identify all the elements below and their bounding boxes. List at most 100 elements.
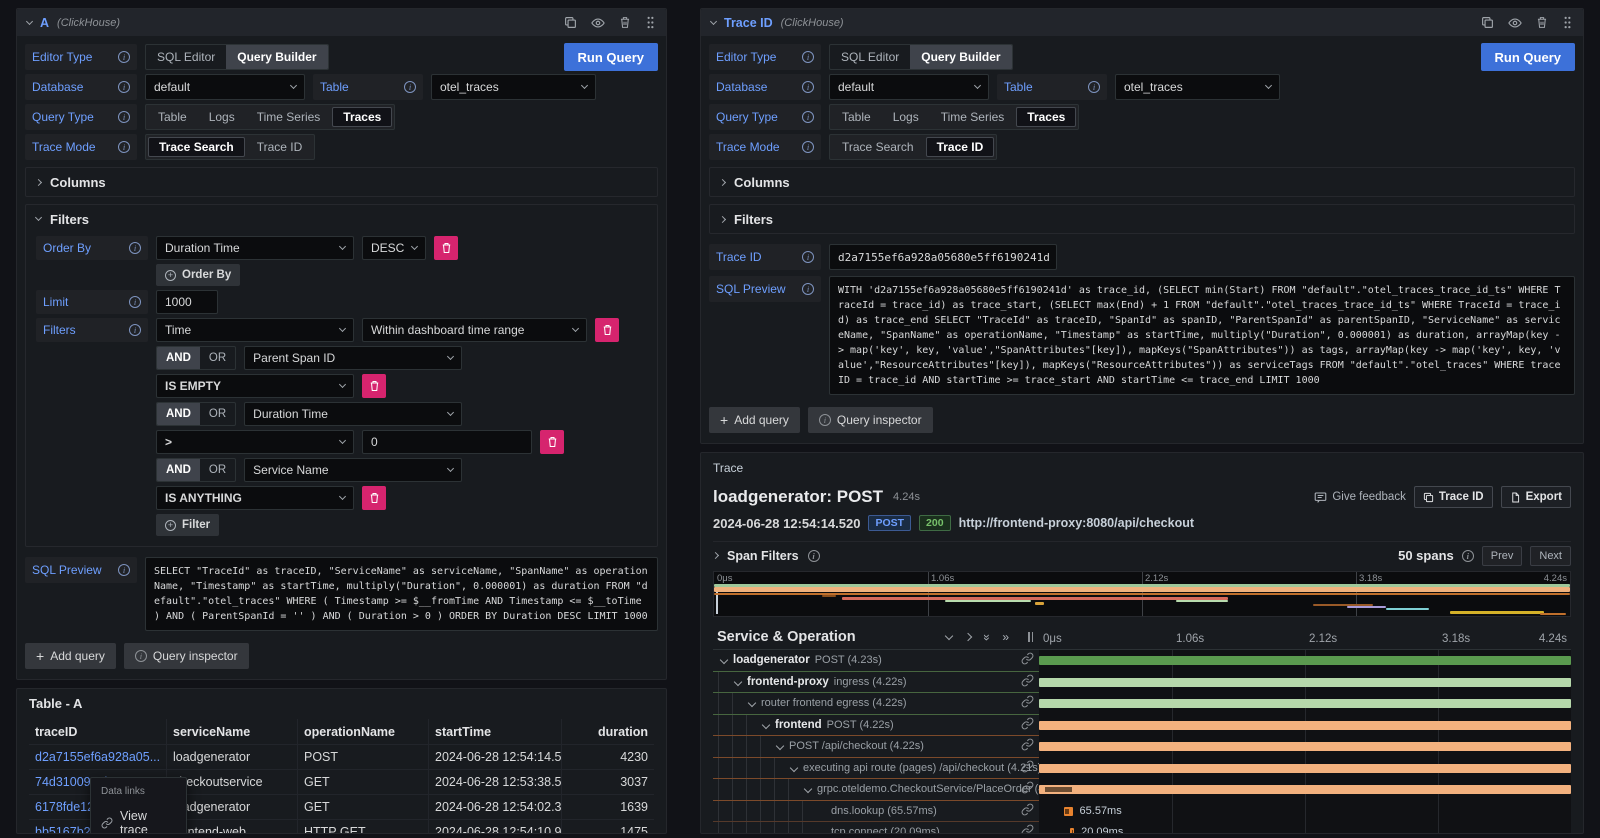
span-row[interactable]: frontend-proxyingress (4.22s)	[713, 672, 1571, 694]
trace-mode-search[interactable]: Trace Search	[832, 137, 924, 157]
limit-input[interactable]: 1000	[156, 290, 218, 314]
or-option[interactable]: OR	[200, 403, 235, 425]
collapse-all-icon[interactable]: »	[980, 634, 994, 640]
query-type-timeseries[interactable]: Time Series	[931, 107, 1015, 127]
span-filters-label[interactable]: Span Filters	[727, 549, 799, 563]
export-button[interactable]: Export	[1501, 486, 1571, 508]
span-timeline-cell[interactable]	[1039, 693, 1571, 715]
filter-op-is-empty[interactable]: IS EMPTY	[156, 374, 354, 398]
give-feedback-button[interactable]: Give feedback	[1314, 491, 1406, 504]
and-option[interactable]: AND	[157, 459, 200, 481]
span-toggle-icon[interactable]	[762, 721, 770, 729]
query-builder-option[interactable]: Query Builder	[226, 45, 327, 69]
info-icon[interactable]: i	[129, 324, 141, 336]
span-filters-chevron-icon[interactable]	[712, 552, 719, 559]
order-by-dir-select[interactable]: DESC	[362, 236, 426, 260]
hide-query-icon[interactable]	[591, 16, 605, 30]
order-by-field-select[interactable]: Duration Time	[156, 236, 354, 260]
span-timeline-cell[interactable]: 20.09ms	[1039, 822, 1571, 833]
span-duration-bar[interactable]	[1039, 764, 1571, 773]
span-row[interactable]: executing api route (pages) /api/checkou…	[713, 758, 1571, 780]
remove-filter-button[interactable]	[362, 486, 386, 510]
col-duration[interactable]: duration	[562, 725, 654, 739]
span-timeline-cell[interactable]	[1039, 672, 1571, 694]
span-duration-bar[interactable]	[1070, 828, 1074, 833]
info-icon[interactable]: i	[1462, 550, 1474, 562]
or-option[interactable]: OR	[200, 459, 235, 481]
trace-id-button[interactable]: Trace ID	[1414, 486, 1493, 508]
info-icon[interactable]: i	[802, 141, 814, 153]
info-icon[interactable]: i	[118, 141, 130, 153]
span-duration-bar[interactable]	[1039, 742, 1571, 751]
info-icon[interactable]: i	[129, 296, 141, 308]
col-servicename[interactable]: serviceName	[167, 725, 297, 739]
span-row[interactable]: loadgeneratorPOST (4.23s)	[713, 650, 1571, 672]
and-option[interactable]: AND	[157, 403, 200, 425]
span-name-cell[interactable]: router frontend egress (4.22s)	[713, 693, 1039, 715]
sql-editor-option[interactable]: SQL Editor	[830, 45, 910, 69]
info-icon[interactable]: i	[118, 564, 130, 576]
span-name-cell[interactable]: loadgeneratorPOST (4.23s)	[713, 650, 1039, 672]
span-link-icon[interactable]	[1021, 781, 1034, 797]
hide-query-icon[interactable]	[1508, 16, 1522, 30]
filter-op-gt[interactable]: >	[156, 430, 354, 454]
trace-minimap[interactable]: 0μs1.06s2.12s3.18s4.24s	[713, 571, 1571, 617]
prev-span-button[interactable]: Prev	[1482, 546, 1523, 566]
expand-one-icon[interactable]	[963, 633, 971, 641]
filters-section-header[interactable]: Filters	[36, 210, 647, 228]
span-duration-bar[interactable]	[1039, 678, 1571, 687]
span-row[interactable]: grpc.oteldemo.CheckoutService/PlaceOrder…	[713, 779, 1571, 801]
span-row[interactable]: POST /api/checkout (4.22s)	[713, 736, 1571, 758]
span-timeline-cell[interactable]	[1039, 715, 1571, 737]
col-operationname[interactable]: operationName	[298, 725, 428, 739]
span-row[interactable]: router frontend egress (4.22s)	[713, 693, 1571, 715]
query-inspector-button[interactable]: iQuery inspector	[808, 407, 933, 433]
span-row[interactable]: frontendPOST (4.22s)	[713, 715, 1571, 737]
info-icon[interactable]: i	[802, 283, 814, 295]
remove-order-by-button[interactable]	[434, 236, 458, 260]
span-row[interactable]: dns.lookup (65.57ms)65.57ms	[713, 801, 1571, 823]
span-name-cell[interactable]: frontendPOST (4.22s)	[713, 715, 1039, 737]
span-toggle-icon[interactable]	[734, 678, 742, 686]
info-icon[interactable]: i	[802, 111, 814, 123]
span-link-icon[interactable]	[1021, 695, 1034, 711]
remove-filter-button[interactable]	[362, 374, 386, 398]
span-duration-bar[interactable]	[1039, 785, 1571, 794]
or-option[interactable]: OR	[200, 347, 235, 369]
span-duration-bar[interactable]	[1064, 807, 1073, 816]
filters-section[interactable]: Filters	[709, 204, 1575, 234]
filter-field-time[interactable]: Time	[156, 318, 354, 342]
columns-section[interactable]: Columns	[25, 167, 658, 197]
expand-all-icon[interactable]: »	[1002, 630, 1008, 644]
info-icon[interactable]: i	[129, 242, 141, 254]
col-traceid[interactable]: traceID	[29, 725, 166, 739]
span-link-icon[interactable]	[1021, 674, 1034, 690]
trace-id-link[interactable]: d2a7155ef6a928a05...	[29, 750, 166, 764]
query-type-traces[interactable]: Traces	[332, 107, 392, 127]
column-resize-handle[interactable]	[1028, 632, 1035, 642]
span-name-cell[interactable]: frontend-proxyingress (4.22s)	[713, 672, 1039, 694]
remove-filter-button[interactable]	[595, 318, 619, 342]
add-filter-button[interactable]: +Filter	[156, 514, 219, 536]
span-row[interactable]: tcp.connect (20.09ms)20.09ms	[713, 822, 1571, 833]
query-type-logs[interactable]: Logs	[199, 107, 245, 127]
collapse-query-icon[interactable]	[710, 17, 717, 24]
filter-field-service-name[interactable]: Service Name	[244, 458, 462, 482]
span-timeline-cell[interactable]: 65.57ms	[1039, 801, 1571, 823]
trace-mode-id[interactable]: Trace ID	[926, 137, 995, 157]
sql-editor-option[interactable]: SQL Editor	[146, 45, 226, 69]
span-duration-bar[interactable]	[1039, 721, 1571, 730]
span-name-cell[interactable]: executing api route (pages) /api/checkou…	[713, 758, 1039, 780]
span-link-icon[interactable]	[1021, 824, 1034, 833]
query-type-table[interactable]: Table	[832, 107, 881, 127]
span-link-icon[interactable]	[1021, 760, 1034, 776]
span-duration-bar[interactable]	[1039, 699, 1571, 708]
drag-query-icon[interactable]	[1562, 16, 1573, 29]
col-starttime[interactable]: startTime	[429, 725, 561, 739]
filter-value-input[interactable]: 0	[362, 430, 532, 454]
info-icon[interactable]: i	[118, 51, 130, 63]
remove-query-icon[interactable]	[619, 16, 631, 29]
info-icon[interactable]: i	[118, 81, 130, 93]
drag-query-icon[interactable]	[645, 16, 656, 29]
span-link-icon[interactable]	[1021, 652, 1034, 668]
